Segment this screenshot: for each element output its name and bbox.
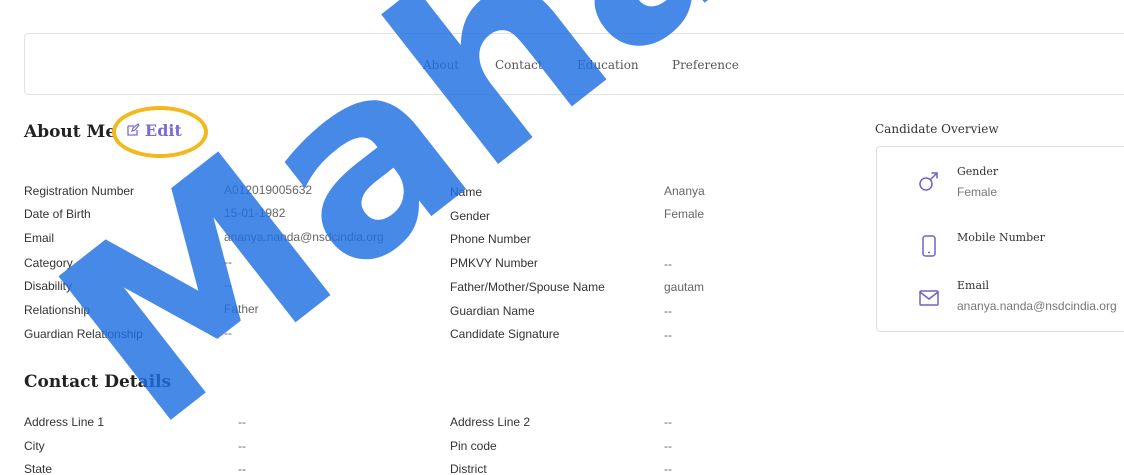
address-line-2-value: -- <box>664 415 672 429</box>
disability-value: -- <box>224 278 232 292</box>
overview-email-label: Email <box>957 279 990 292</box>
guardian-name-label: Guardian Name <box>450 304 535 318</box>
category-value: -- <box>224 255 232 269</box>
male-gender-icon <box>917 169 941 193</box>
state-value: -- <box>238 462 246 475</box>
disability-label: Disability <box>24 279 73 293</box>
name-value: Ananya <box>664 184 705 198</box>
father-mother-spouse-name-label: Father/Mother/Spouse Name <box>450 280 605 294</box>
state-label: State <box>24 462 53 475</box>
relationship-value: Father <box>224 302 259 316</box>
email-value: ananya.nanda@nsdcindia.org <box>224 230 384 244</box>
guardian-relationship-label: Guardian Relationship <box>24 327 143 341</box>
tab-contact[interactable]: Contact <box>495 58 543 72</box>
highlight-circle <box>112 106 208 158</box>
registration-number-value: A012019005632 <box>224 183 313 197</box>
pmkvy-number-label: PMKVY Number <box>450 256 538 270</box>
mobile-phone-icon <box>917 234 941 258</box>
pmkvy-number-value: -- <box>664 257 672 271</box>
father-mother-spouse-name-value: gautam <box>664 280 705 294</box>
address-line-2-label: Address Line 2 <box>450 415 531 429</box>
overview-mobile-number-label: Mobile Number <box>957 231 1045 244</box>
date-of-birth-label: Date of Birth <box>24 207 91 221</box>
name-label: Name <box>450 185 483 199</box>
envelope-icon <box>917 286 941 310</box>
district-label: District <box>450 462 487 475</box>
candidate-overview-title: Candidate Overview <box>875 122 999 136</box>
tab-education[interactable]: Education <box>577 58 639 72</box>
candidate-overview-card: Gender Female Mobile Number Email ananya… <box>876 146 1124 332</box>
overview-gender-value: Female <box>957 185 998 199</box>
phone-number-label: Phone Number <box>450 232 531 246</box>
candidate-signature-label: Candidate Signature <box>450 327 560 341</box>
guardian-relationship-value: -- <box>224 326 232 340</box>
district-value: -- <box>664 462 672 475</box>
registration-number-label: Registration Number <box>24 184 135 198</box>
city-label: City <box>24 439 45 453</box>
gender-value: Female <box>664 207 705 221</box>
gender-label: Gender <box>450 209 491 223</box>
address-line-1-value: -- <box>238 415 246 429</box>
city-value: -- <box>238 439 246 453</box>
pin-code-label: Pin code <box>450 439 497 453</box>
pin-code-value: -- <box>664 439 672 453</box>
address-line-1-label: Address Line 1 <box>24 415 105 429</box>
guardian-name-value: -- <box>664 304 672 318</box>
relationship-label: Relationship <box>24 303 91 317</box>
date-of-birth-value: 15-01-1982 <box>224 206 286 220</box>
about-me-heading: About Me <box>24 122 117 142</box>
contact-details-heading: Contact Details <box>24 372 172 392</box>
email-label: Email <box>24 231 55 245</box>
tab-preference[interactable]: Preference <box>672 58 739 72</box>
overview-email-value: ananya.nanda@nsdcindia.org <box>957 299 1117 313</box>
tab-about[interactable]: About <box>423 58 459 72</box>
profile-tab-bar: About Contact Education Preference <box>24 33 1124 95</box>
category-label: Category <box>24 256 73 270</box>
overview-gender-label: Gender <box>957 165 999 178</box>
candidate-signature-value: -- <box>664 328 672 342</box>
